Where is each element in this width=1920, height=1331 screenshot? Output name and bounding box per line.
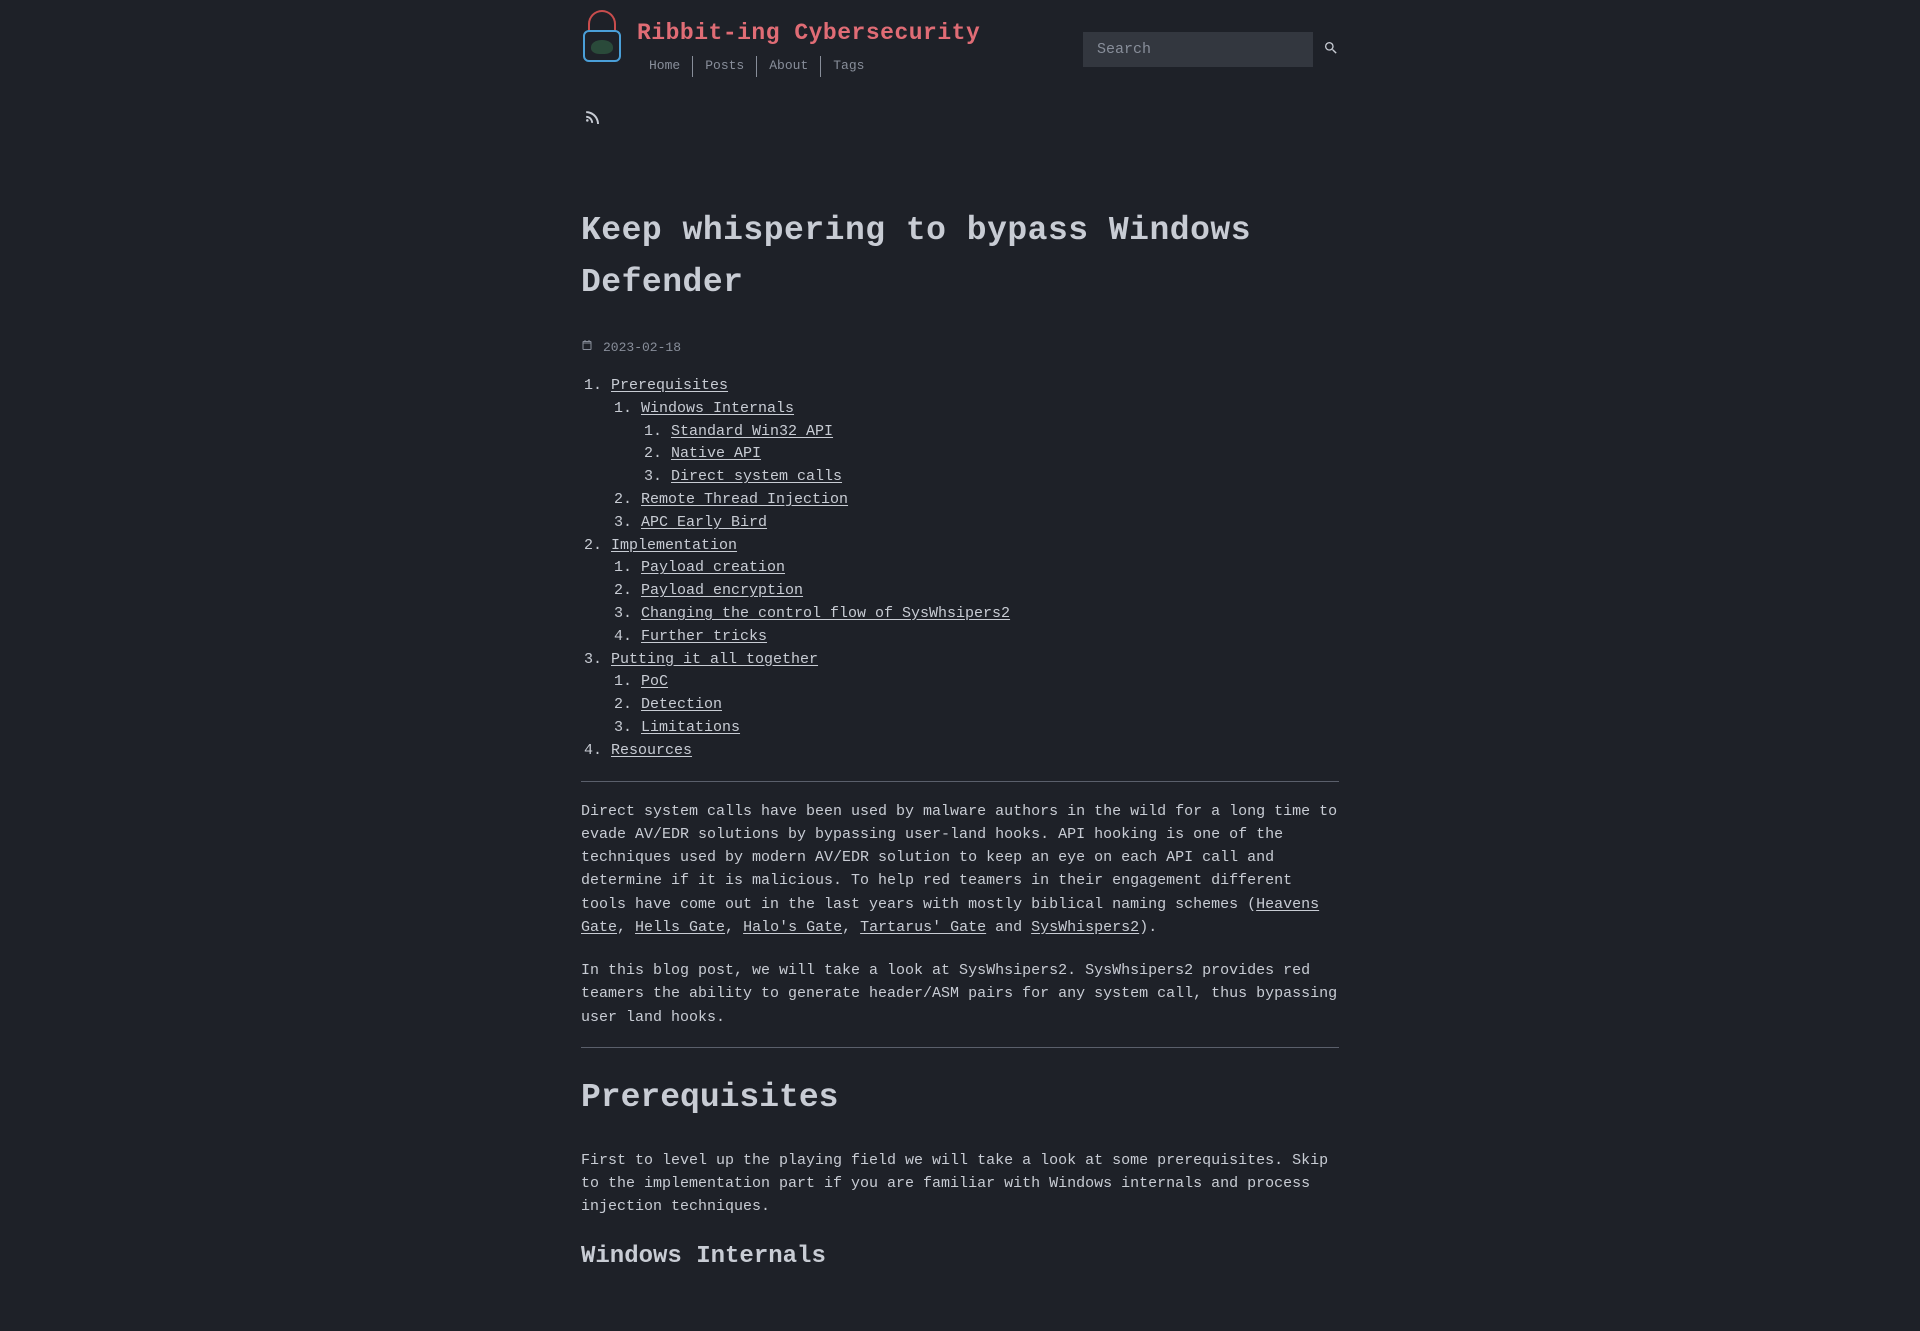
divider: [581, 781, 1339, 782]
nav-about[interactable]: About: [757, 56, 821, 77]
intro-paragraph-2: In this blog post, we will take a look a…: [581, 959, 1339, 1029]
site-title[interactable]: Ribbit-ing Cybersecurity: [637, 15, 980, 52]
toc-native-api[interactable]: Native API: [671, 445, 761, 462]
toc-payload-encryption[interactable]: Payload encryption: [641, 582, 803, 599]
toc-direct-system-calls[interactable]: Direct system calls: [671, 468, 842, 485]
toc-putting-together[interactable]: Putting it all together: [611, 651, 818, 668]
post-date: 2023-02-18: [581, 338, 1339, 359]
toc-windows-internals[interactable]: Windows Internals: [641, 400, 794, 417]
toc-standard-win32-api[interactable]: Standard Win32 API: [671, 423, 833, 440]
toc-further-tricks[interactable]: Further tricks: [641, 628, 767, 645]
link-syswhispers2[interactable]: SysWhispers2: [1031, 919, 1139, 936]
toc-remote-thread-injection[interactable]: Remote Thread Injection: [641, 491, 848, 508]
toc-limitations[interactable]: Limitations: [641, 719, 740, 736]
intro-paragraph-1: Direct system calls have been used by ma…: [581, 800, 1339, 940]
nav-home[interactable]: Home: [649, 56, 693, 77]
prereq-paragraph: First to level up the playing field we w…: [581, 1149, 1339, 1219]
calendar-icon: [581, 338, 593, 359]
search-button[interactable]: [1323, 40, 1339, 59]
post-title: Keep whispering to bypass Windows Defend…: [581, 205, 1339, 311]
nav-tags[interactable]: Tags: [821, 56, 876, 77]
heading-windows-internals: Windows Internals: [581, 1238, 1339, 1276]
search-input[interactable]: [1083, 32, 1313, 67]
table-of-contents: Prerequisites Windows Internals Standard…: [581, 375, 1339, 763]
toc-resources[interactable]: Resources: [611, 742, 692, 759]
search-icon: [1323, 44, 1339, 59]
link-tartarus-gate[interactable]: Tartarus' Gate: [860, 919, 986, 936]
toc-detection[interactable]: Detection: [641, 696, 722, 713]
divider: [581, 1047, 1339, 1048]
site-logo[interactable]: [581, 4, 623, 64]
toc-poc[interactable]: PoC: [641, 673, 668, 690]
toc-payload-creation[interactable]: Payload creation: [641, 559, 785, 576]
rss-link[interactable]: [585, 112, 599, 129]
link-hells-gate[interactable]: Hells Gate: [635, 919, 725, 936]
main-nav: Home Posts About Tags: [637, 56, 980, 77]
nav-posts[interactable]: Posts: [693, 56, 757, 77]
link-halos-gate[interactable]: Halo's Gate: [743, 919, 842, 936]
toc-changing-control-flow[interactable]: Changing the control flow of SysWhsipers…: [641, 605, 1010, 622]
toc-prerequisites[interactable]: Prerequisites: [611, 377, 728, 394]
toc-implementation[interactable]: Implementation: [611, 537, 737, 554]
toc-apc-early-bird[interactable]: APC Early Bird: [641, 514, 767, 531]
post-date-text: 2023-02-18: [603, 338, 681, 359]
rss-icon: [585, 112, 599, 129]
